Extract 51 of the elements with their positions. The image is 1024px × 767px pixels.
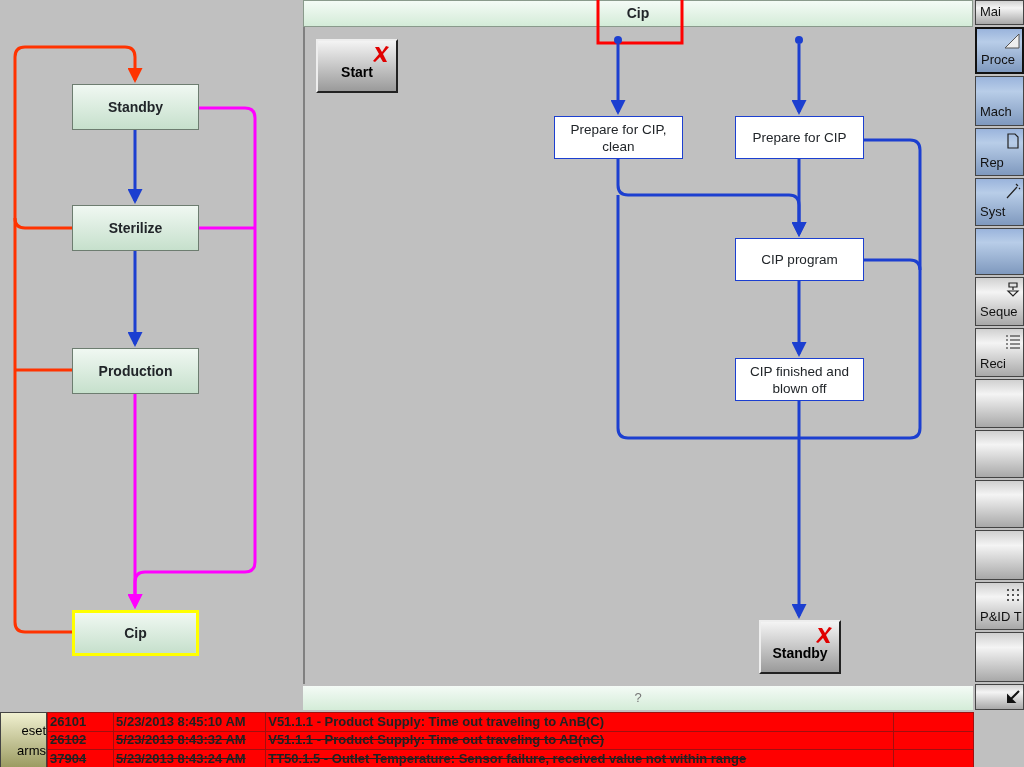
state-node[interactable]: Production bbox=[72, 348, 199, 394]
triangle-icon bbox=[1004, 33, 1020, 50]
alarm-time: 5/23/2013 8:45:10 AM bbox=[116, 713, 246, 729]
help-text: ? bbox=[634, 689, 642, 708]
list-icon bbox=[1005, 332, 1021, 349]
state-node[interactable]: Standby bbox=[72, 84, 199, 130]
step-node: CIP program bbox=[735, 238, 864, 281]
connector-line bbox=[199, 226, 255, 230]
cross-icon bbox=[815, 626, 833, 644]
state-node[interactable]: Cip bbox=[72, 610, 199, 656]
window-title: Cip bbox=[626, 4, 650, 23]
alarm-message: TT50.1.5 - Outlet Temperature: Sensor failure, received value not within range bbox=[268, 751, 747, 767]
alarm-time: 5/23/2013 8:43:32 AM bbox=[116, 732, 246, 748]
alarm-id: 26101 bbox=[50, 713, 87, 729]
standby-button[interactable]: Standby bbox=[759, 620, 841, 674]
step-node: Prepare for CIP bbox=[735, 116, 864, 159]
arrow-icon bbox=[1005, 688, 1021, 705]
document-icon bbox=[1005, 132, 1021, 149]
nav-button[interactable] bbox=[975, 683, 1024, 711]
connector-dot bbox=[795, 36, 803, 44]
alarm-id: 26102 bbox=[50, 732, 87, 748]
grid-icon bbox=[1005, 586, 1021, 603]
nav-button[interactable] bbox=[975, 632, 1024, 682]
nav-button[interactable] bbox=[975, 480, 1024, 529]
nav-button[interactable] bbox=[975, 530, 1024, 580]
connector-arrow bbox=[791, 44, 807, 115]
alarm-id: 37904 bbox=[50, 751, 87, 767]
nav-button[interactable]: Mai bbox=[975, 0, 1024, 26]
connector-arrow bbox=[610, 44, 626, 115]
step-node: CIP finished and blown off bbox=[735, 358, 864, 401]
start-button[interactable]: Start bbox=[316, 39, 398, 93]
nav-button[interactable]: Proce bbox=[975, 27, 1024, 75]
alarm-time: 5/23/2013 8:43:24 AM bbox=[116, 751, 246, 767]
nav-button[interactable] bbox=[975, 379, 1024, 428]
nav-button[interactable]: P&ID T bbox=[975, 581, 1024, 631]
connector-dot bbox=[614, 36, 622, 44]
state-node[interactable]: Sterilize bbox=[72, 205, 199, 251]
nav-button[interactable] bbox=[975, 429, 1024, 478]
nav-button[interactable]: Reci bbox=[975, 327, 1024, 377]
wand-icon bbox=[1005, 183, 1021, 200]
step-node: Prepare for CIP, clean bbox=[554, 116, 683, 159]
flow-icon bbox=[1005, 282, 1021, 299]
nav-button[interactable] bbox=[975, 227, 1024, 276]
reset-alarms-button[interactable]: eset arms bbox=[0, 712, 47, 767]
cross-icon bbox=[372, 45, 390, 63]
alarm-message: V51.1.1 - Product Supply: Time out traveling to AB(nC) bbox=[268, 732, 605, 748]
nav-button[interactable]: Mach bbox=[975, 76, 1024, 126]
nav-button[interactable]: Seque bbox=[975, 277, 1024, 326]
alarm-message: V51.1.1 - Product Supply: Time out traveling to AnB(C) bbox=[268, 713, 605, 729]
nav-button[interactable]: Syst bbox=[975, 178, 1024, 226]
nav-button[interactable]: Rep bbox=[975, 127, 1024, 177]
